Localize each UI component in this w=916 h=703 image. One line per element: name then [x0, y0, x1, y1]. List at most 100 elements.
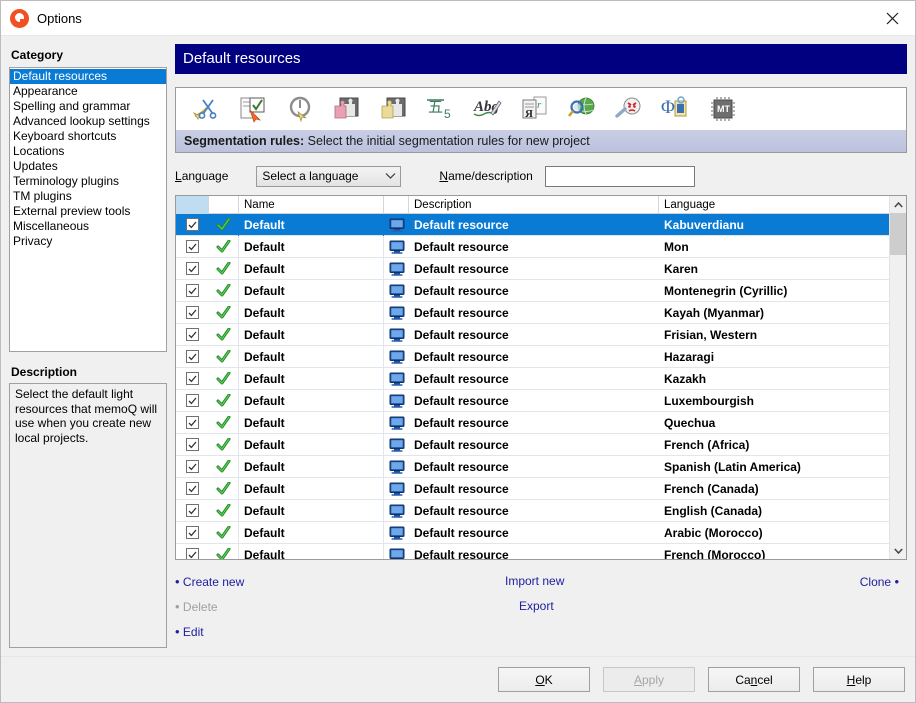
sidebar-item-locations[interactable]: Locations [10, 144, 166, 159]
close-icon[interactable] [869, 1, 915, 35]
row-checkbox[interactable] [176, 258, 209, 280]
column-header-status[interactable] [209, 196, 239, 214]
checkbox-icon[interactable] [186, 482, 199, 495]
checkbox-icon[interactable] [186, 262, 199, 275]
row-checkbox[interactable] [176, 456, 209, 478]
qa-angry-face-icon[interactable] [605, 90, 652, 128]
table-row[interactable]: Default Default resource Hazaragi [176, 345, 889, 368]
local-resource-icon [384, 258, 409, 280]
table-row[interactable]: Default Default resource Kayah (Myanmar) [176, 301, 889, 324]
scrollbar-thumb[interactable] [889, 213, 906, 255]
cell-description: Default resource [414, 525, 509, 540]
sidebar-item-privacy[interactable]: Privacy [10, 234, 166, 249]
row-checkbox[interactable] [176, 236, 209, 258]
table-row[interactable]: Default Default resource Kazakh [176, 367, 889, 390]
checkbox-icon[interactable] [186, 416, 199, 429]
ok-button[interactable]: OK [498, 667, 590, 692]
checkbox-icon[interactable] [186, 372, 199, 385]
checkbox-icon[interactable] [186, 504, 199, 517]
column-header-icon[interactable] [384, 196, 409, 214]
row-checkbox[interactable] [176, 324, 209, 346]
table-row[interactable]: Default Default resource Karen [176, 257, 889, 280]
row-checkbox[interactable] [176, 544, 209, 559]
checkbox-icon[interactable] [186, 438, 199, 451]
create-new-link[interactable]: • Create new [175, 574, 244, 589]
column-header-description[interactable]: Description [409, 196, 659, 214]
checkbox-icon[interactable] [186, 328, 199, 341]
table-row[interactable]: Default Default resource Quechua [176, 411, 889, 434]
table-row[interactable]: Default Default resource Montenegrin (Cyr… [176, 279, 889, 302]
checkbox-icon[interactable] [186, 548, 199, 559]
sidebar-item-default-resources[interactable]: Default resources [10, 69, 166, 84]
table-row[interactable]: Default Default resource Mon [176, 235, 889, 258]
yellow-puzzle-icon[interactable] [370, 90, 417, 128]
language-select[interactable]: Select a language [256, 165, 402, 187]
help-button[interactable]: Help [813, 667, 905, 692]
category-list[interactable]: Default resources Appearance Spelling and … [9, 67, 167, 352]
table-row[interactable]: Default Default resource French (Canada) [176, 477, 889, 500]
table-row[interactable]: Default Default resource Kabuverdianu [176, 214, 889, 236]
column-header-select[interactable] [176, 196, 209, 214]
qa-settings-icon[interactable] [229, 90, 276, 128]
auto-translation-rules-icon[interactable] [276, 90, 323, 128]
sidebar-item-miscellaneous[interactable]: Miscellaneous [10, 219, 166, 234]
chevron-up-icon[interactable] [890, 196, 907, 213]
checkbox-icon[interactable] [186, 306, 199, 319]
namedesc-input[interactable] [544, 165, 695, 187]
font-substitution-icon[interactable]: r Я [511, 90, 558, 128]
non-translatables-icon[interactable]: 五 5 [417, 90, 464, 128]
table-scrollbar[interactable] [889, 196, 906, 559]
sidebar-item-terminology-plugins[interactable]: Terminology plugins [10, 174, 166, 189]
table-row[interactable]: Default Default resource Frisian, Western [176, 323, 889, 346]
row-checkbox[interactable] [176, 500, 209, 522]
sidebar-item-keyboard-shortcuts[interactable]: Keyboard shortcuts [10, 129, 166, 144]
sidebar-item-advanced-lookup-settings[interactable]: Advanced lookup settings [10, 114, 166, 129]
sidebar-item-external-preview-tools[interactable]: External preview tools [10, 204, 166, 219]
sidebar-item-appearance[interactable]: Appearance [10, 84, 166, 99]
export-link[interactable]: Export [519, 599, 554, 613]
table-row[interactable]: Default Default resource French (Morocco) [176, 543, 889, 559]
row-checkbox[interactable] [176, 214, 209, 236]
row-checkbox[interactable] [176, 346, 209, 368]
column-header-name[interactable]: Name [239, 196, 384, 214]
web-search-settings-icon[interactable] [558, 90, 605, 128]
column-header-language[interactable]: Language [659, 196, 889, 214]
sidebar-item-spelling-and-grammar[interactable]: Spelling and grammar [10, 99, 166, 114]
mt-settings-icon[interactable]: MT [699, 90, 746, 128]
checkbox-icon[interactable] [186, 394, 199, 407]
scrollbar-track[interactable] [889, 213, 906, 542]
sidebar-item-updates[interactable]: Updates [10, 159, 166, 174]
checkbox-icon[interactable] [186, 218, 199, 231]
table-body[interactable]: Default Default resource Kabuverdianu Def… [176, 214, 889, 559]
row-checkbox[interactable] [176, 478, 209, 500]
checkbox-icon[interactable] [186, 526, 199, 539]
table-row[interactable]: Default Default resource Arabic (Morocco) [176, 521, 889, 544]
checkbox-icon[interactable] [186, 240, 199, 253]
sidebar-item-tm-plugins[interactable]: TM plugins [10, 189, 166, 204]
pink-puzzle-icon[interactable] [323, 90, 370, 128]
checkbox-icon[interactable] [186, 284, 199, 297]
livedocs-icon[interactable]: Φ [652, 90, 699, 128]
cancel-button[interactable]: Cancel [708, 667, 800, 692]
chevron-down-icon[interactable] [890, 542, 907, 559]
table-row[interactable]: Default Default resource Luxembourgish [176, 389, 889, 412]
row-checkbox[interactable] [176, 522, 209, 544]
row-checkbox[interactable] [176, 302, 209, 324]
checkbox-icon[interactable] [186, 350, 199, 363]
row-checkbox[interactable] [176, 368, 209, 390]
segmentation-rules-icon[interactable] [182, 90, 229, 128]
auto-correct-icon[interactable]: Abg [464, 90, 511, 128]
row-checkbox[interactable] [176, 412, 209, 434]
row-checkbox[interactable] [176, 280, 209, 302]
clone-link[interactable]: Clone • [860, 574, 899, 589]
row-checkbox[interactable] [176, 390, 209, 412]
row-checkbox[interactable] [176, 434, 209, 456]
import-new-link[interactable]: Import new [505, 574, 564, 588]
local-resource-icon [384, 368, 409, 390]
table-row[interactable]: Default Default resource French (Africa) [176, 433, 889, 456]
checkbox-icon[interactable] [186, 460, 199, 473]
table-row[interactable]: Default Default resource English (Canada) [176, 499, 889, 522]
edit-link[interactable]: • Edit [175, 624, 204, 639]
resource-type-icons[interactable]: 五 5 Abg r Я Φ MT [176, 88, 906, 130]
table-row[interactable]: Default Default resource Spanish (Latin A… [176, 455, 889, 478]
